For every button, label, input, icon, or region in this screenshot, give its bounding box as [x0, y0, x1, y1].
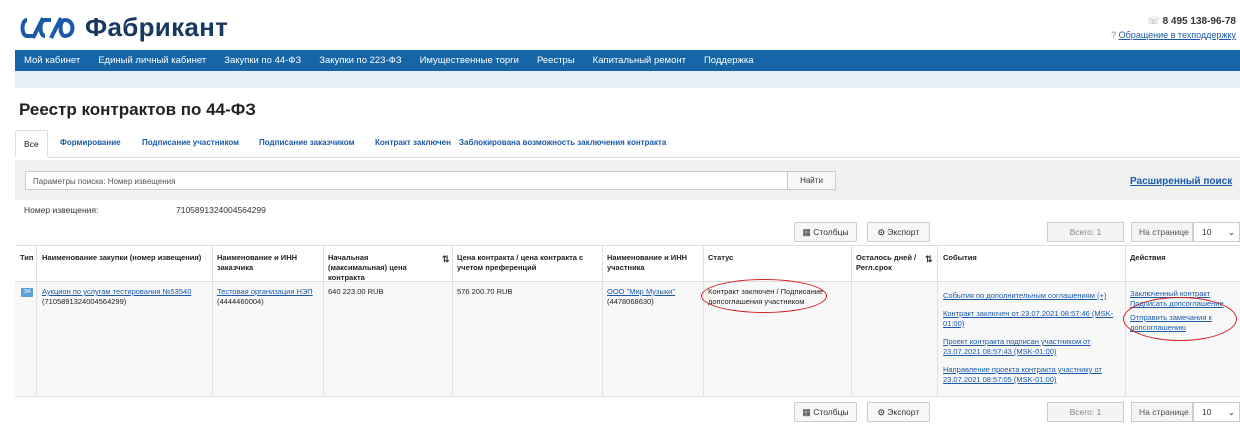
tab-signing-customer[interactable]: Подписание заказчиком: [259, 130, 354, 156]
cell-purchase: Аукцион по услугам тестирования №53540 (…: [42, 282, 210, 307]
phone-text: 8 495 138-96-78: [1162, 16, 1236, 27]
nav-item-support[interactable]: Поддержка: [695, 55, 763, 66]
chevron-down-icon: ⌄: [1227, 407, 1235, 417]
participant-inn: (4478068630): [607, 297, 654, 306]
column-divider: [1125, 282, 1126, 396]
th-purchase: Наименование закупки (номер извещения): [42, 253, 202, 262]
per-page-label-bottom: На странице: [1131, 402, 1193, 422]
grid-icon: ▦: [802, 407, 811, 417]
column-divider: [212, 282, 213, 396]
columns-button-bottom[interactable]: ▦ Столбцы: [794, 402, 857, 422]
purchase-link[interactable]: Аукцион по услугам тестирования №53540: [42, 287, 191, 296]
column-divider: [452, 282, 453, 396]
per-page-select-bottom[interactable]: 10 ⌄: [1193, 402, 1240, 422]
support-link[interactable]: ? Обращение в техподдержку: [1111, 30, 1236, 40]
event-link[interactable]: Проект контракта подписан участником от …: [943, 337, 1118, 357]
export-button-bottom[interactable]: ⊙ Экспорт: [867, 402, 930, 422]
column-divider: [602, 282, 603, 396]
support-link-text[interactable]: Обращение в техподдержку: [1119, 30, 1236, 40]
th-initial-price: Начальная (максимальная) цена контракта: [328, 253, 407, 282]
advanced-search-link[interactable]: Расширенный поиск: [1130, 176, 1232, 187]
grid-icon: ▦: [802, 227, 811, 237]
status-highlight: [701, 279, 827, 313]
search-input[interactable]: Параметры поиска: Номер извещения: [25, 171, 788, 190]
cell-contract-price: 576 200.70 RUB: [457, 287, 513, 296]
filter-label: Номер извещения:: [24, 205, 99, 215]
purchase-number: (7105891324004564299): [42, 297, 127, 306]
search-button[interactable]: Найти: [787, 171, 836, 190]
total-count: Всего: 1: [1047, 222, 1124, 242]
event-link[interactable]: Направление проекта контракта участнику …: [943, 365, 1118, 385]
nav-item-registries[interactable]: Реестры: [528, 55, 584, 66]
logo[interactable]: Фабрикант: [19, 12, 228, 43]
columns-label: Столбцы: [813, 407, 849, 417]
phone-number: ☏ 8 495 138-96-78: [1147, 16, 1236, 27]
export-icon: ⊙: [877, 227, 885, 237]
export-label: Экспорт: [887, 407, 920, 417]
th-actions: Действия: [1130, 253, 1166, 262]
cell-customer: Тестовая организация НЭП (4444460004): [217, 282, 321, 307]
main-nav: Мой кабинет Единый личный кабинет Закупк…: [15, 50, 1240, 71]
column-divider: [36, 282, 37, 396]
event-link[interactable]: События по дополнительным соглашениям (+…: [943, 291, 1118, 301]
help-icon: ?: [1111, 30, 1117, 40]
sort-icon[interactable]: ⇅: [442, 254, 450, 265]
tab-all[interactable]: Все: [15, 130, 48, 158]
customer-link[interactable]: Тестовая организация НЭП: [217, 287, 313, 296]
type-badge: ЭА: [21, 288, 33, 297]
table-row: ЭА Аукцион по услугам тестирования №5354…: [15, 279, 1240, 397]
per-page-label: На странице: [1131, 222, 1193, 242]
cell-initial-price: 640 223.00 RUB: [328, 287, 384, 296]
customer-inn: (4444460004): [217, 297, 264, 306]
th-events: События: [943, 253, 977, 262]
column-divider: [323, 282, 324, 396]
th-type: Тип: [20, 253, 34, 262]
column-divider: [851, 282, 852, 396]
nav-item-44fz[interactable]: Закупки по 44-ФЗ: [215, 55, 310, 66]
sub-nav-bar: [15, 71, 1240, 88]
phone-icon: ☏: [1147, 16, 1160, 27]
total-count-bottom: Всего: 1: [1047, 402, 1124, 422]
sort-icon[interactable]: ⇅: [925, 254, 933, 265]
logo-text: Фабрикант: [85, 12, 229, 42]
contracts-table: Тип Наименование закупки (номер извещени…: [15, 245, 1240, 397]
per-page-value: 10: [1202, 227, 1212, 237]
columns-button[interactable]: ▦ Столбцы: [794, 222, 857, 242]
event-link[interactable]: Контракт заключен от 23.07.2021 08:57:46…: [943, 309, 1118, 329]
page-title: Реестр контрактов по 44-ФЗ: [19, 100, 256, 119]
th-status: Статус: [708, 253, 734, 262]
th-customer: Наименование и ИНН заказчика: [217, 253, 298, 272]
participant-link[interactable]: ООО "Мир Музыки": [607, 287, 675, 296]
tab-forming[interactable]: Формирование: [60, 130, 121, 156]
th-days-left: Осталось дней / Регл.срок: [856, 253, 917, 272]
nav-item-my-cabinet[interactable]: Мой кабинет: [15, 55, 89, 66]
search-panel: Параметры поиска: Номер извещения Найти …: [15, 160, 1240, 200]
chevron-down-icon: ⌄: [1227, 227, 1235, 237]
export-button[interactable]: ⊙ Экспорт: [867, 222, 930, 242]
header: Фабрикант ☏ 8 495 138-96-78 ? Обращение …: [0, 0, 1240, 50]
export-label: Экспорт: [887, 227, 920, 237]
nav-item-property-auctions[interactable]: Имущественные торги: [411, 55, 528, 66]
logo-icon: [20, 16, 75, 39]
tab-contract-concluded[interactable]: Контракт заключен: [375, 130, 451, 156]
filter-value: 7105891324004564299: [176, 205, 266, 215]
nav-item-capital-repair[interactable]: Капитальный ремонт: [584, 55, 695, 66]
tab-blocked[interactable]: Заблокирована возможность заключения кон…: [459, 130, 666, 156]
th-participant: Наименование и ИНН участника: [607, 253, 688, 272]
export-icon: ⊙: [877, 407, 885, 417]
nav-item-223fz[interactable]: Закупки по 223-ФЗ: [310, 55, 410, 66]
columns-label: Столбцы: [813, 227, 849, 237]
tab-signing-participant[interactable]: Подписание участником: [142, 130, 239, 156]
status-tabs: Все Формирование Подписание участником П…: [15, 130, 1240, 158]
per-page-value: 10: [1202, 407, 1212, 417]
actions-highlight: [1123, 297, 1237, 341]
column-divider: [937, 282, 938, 396]
cell-events: События по дополнительным соглашениям (+…: [943, 282, 1118, 393]
nav-item-unified-cabinet[interactable]: Единый личный кабинет: [89, 55, 215, 66]
th-contract-price: Цена контракта / цена контракта с учетом…: [457, 253, 584, 272]
cell-participant: ООО "Мир Музыки" (4478068630): [607, 282, 701, 307]
per-page-select[interactable]: 10 ⌄: [1193, 222, 1240, 242]
